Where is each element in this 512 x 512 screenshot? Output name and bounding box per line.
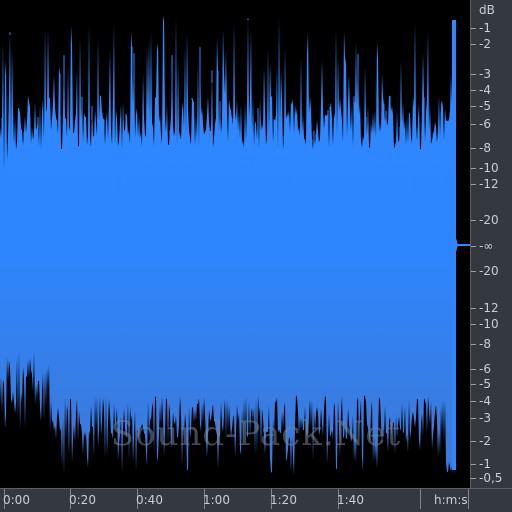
db-label: -4 — [479, 83, 491, 97]
time-label: 0:40 — [136, 493, 163, 507]
db-label: -0,5 — [479, 471, 503, 485]
db-label: -12 — [479, 301, 499, 315]
time-label: 0:20 — [69, 493, 96, 507]
time-label: 0:00 — [3, 493, 30, 507]
db-label: -3 — [479, 411, 491, 425]
db-tick — [471, 344, 476, 345]
db-tick — [471, 246, 476, 247]
db-tick — [471, 124, 476, 125]
db-tick — [471, 384, 476, 385]
db-label: -12 — [479, 177, 499, 191]
db-label: -20 — [479, 213, 499, 227]
db-tick — [471, 106, 476, 107]
db-tick — [471, 74, 476, 75]
time-label: 1:40 — [337, 493, 364, 507]
db-label: -∞ — [479, 239, 494, 253]
db-label: -20 — [479, 264, 499, 278]
time-tick — [468, 489, 469, 509]
db-tick — [471, 324, 476, 325]
waveform-graph[interactable] — [0, 0, 470, 488]
time-tick — [420, 489, 421, 509]
db-tick — [471, 478, 476, 479]
db-label: -8 — [479, 141, 491, 155]
db-tick — [471, 369, 476, 370]
db-tick — [471, 271, 476, 272]
db-tick — [471, 168, 476, 169]
db-label: -2 — [479, 434, 491, 448]
db-label: -1 — [479, 457, 491, 471]
time-format-label: h:m:s — [434, 493, 468, 507]
db-tick — [471, 308, 476, 309]
db-tick — [471, 184, 476, 185]
db-scale-ruler: dB -1 -2 -3 -4 -5 -6 -8 -10 -12 -20 -∞ -20 -12 -10 -8-… — [470, 0, 512, 488]
db-tick — [471, 148, 476, 149]
db-label: -10 — [479, 317, 499, 331]
db-label: -2 — [479, 37, 491, 51]
db-unit-label: dB — [479, 3, 495, 17]
db-label: -8 — [479, 337, 491, 351]
db-label: -5 — [479, 377, 491, 391]
db-tick — [471, 28, 476, 29]
db-tick — [471, 464, 476, 465]
db-label: -6 — [479, 362, 491, 376]
db-label: -10 — [479, 161, 499, 175]
time-label: 1:00 — [203, 493, 230, 507]
time-label: 1:20 — [270, 493, 297, 507]
db-tick — [471, 441, 476, 442]
db-tick — [471, 90, 476, 91]
db-tick — [471, 418, 476, 419]
db-label: -5 — [479, 99, 491, 113]
db-tick — [471, 220, 476, 221]
db-label: -3 — [479, 67, 491, 81]
time-ruler[interactable]: 0:00 0:20 0:40 1:00 1:20 1:40 h:m:s — [0, 488, 512, 512]
waveform-view[interactable] — [0, 0, 470, 488]
db-label: -1 — [479, 21, 491, 35]
db-label: -4 — [479, 394, 491, 408]
db-label: -6 — [479, 117, 491, 131]
db-tick — [471, 401, 476, 402]
db-tick — [471, 44, 476, 45]
